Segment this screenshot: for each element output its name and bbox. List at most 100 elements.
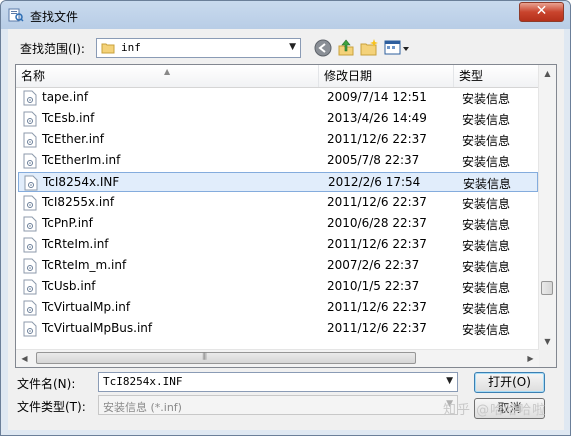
inf-file-icon [23,237,37,253]
file-date-cell: 2005/7/8 22:37 [327,153,420,167]
file-name-cell: TcEtherIm.inf [42,153,121,167]
file-name-cell: TcRteIm_m.inf [42,258,127,272]
file-date-cell: 2011/12/6 22:37 [327,321,427,335]
file-row[interactable]: TcEtherIm.inf 2005/7/8 22:37 安装信息 [18,151,538,171]
file-name-input[interactable]: TcI8254x.INF ▼ [98,372,458,392]
inf-file-icon [24,175,38,191]
look-in-value: inf [121,41,141,54]
file-date-cell: 2013/4/26 14:49 [327,111,427,125]
sort-ascending-icon: ▲ [164,67,171,76]
file-name-cell: tape.inf [42,90,89,104]
file-row[interactable]: TcRteIm.inf 2011/12/6 22:37 安装信息 [18,235,538,255]
chevron-down-icon: ▼ [289,42,296,52]
file-row[interactable]: TcVirtualMp.inf 2011/12/6 22:37 安装信息 [18,298,538,318]
up-folder-icon[interactable] [336,38,356,58]
file-type-cell: 安装信息 [462,239,511,253]
inf-file-icon [23,153,37,169]
inf-file-icon [23,216,37,232]
file-type-dropdown[interactable]: 安装信息 (*.inf) ▼ [98,395,458,415]
file-date-cell: 2011/12/6 22:37 [327,132,427,146]
file-name-cell: TcVirtualMp.inf [42,300,131,314]
scroll-grip-icon: ||| [202,352,207,360]
file-name-cell: TcPnP.inf [42,216,93,230]
column-date-label: 修改日期 [324,69,373,83]
inf-file-icon [23,279,37,295]
file-date-cell: 2007/2/6 22:37 [327,258,420,272]
vertical-scroll-thumb[interactable] [541,281,553,295]
file-row[interactable]: TcI8255x.inf 2011/12/6 22:37 安装信息 [18,193,538,213]
file-row[interactable]: TcI8254x.INF 2012/2/6 17:54 安装信息 [18,172,538,192]
file-list[interactable]: 名称 ▲ 修改日期 类型 tape.inf 2009/7/14 12:51 安装信息… [15,64,557,368]
scroll-corner [539,350,556,367]
file-type-cell: 安装信息 [462,218,511,232]
file-date-cell: 2010/1/5 22:37 [327,279,420,293]
list-header: 名称 ▲ 修改日期 类型 [16,65,539,88]
app-icon [8,8,24,22]
vertical-scrollbar[interactable]: ▲ ▼ [538,65,556,350]
file-row[interactable]: TcUsb.inf 2010/1/5 22:37 安装信息 [18,277,538,297]
back-arrow-icon[interactable] [313,38,333,58]
file-row[interactable]: TcEsb.inf 2013/4/26 14:49 安装信息 [18,109,538,129]
window-title: 查找文件 [30,10,79,24]
file-name-cell: TcVirtualMpBus.inf [42,321,153,335]
file-row[interactable]: tape.inf 2009/7/14 12:51 安装信息 [18,88,538,108]
file-date-cell: 2009/7/14 12:51 [327,90,427,104]
inf-file-icon [23,321,37,337]
horizontal-scroll-thumb[interactable] [36,352,416,364]
dialog-client-area: 查找范围(I): inf ▼ 名称 ▲ 修改日期 类型 tape.inf 200… [8,29,564,430]
file-type-cell: 安装信息 [462,134,511,148]
close-button[interactable]: ✕ [519,2,564,22]
file-row[interactable]: TcPnP.inf 2010/6/28 22:37 安装信息 [18,214,538,234]
file-name-cell: TcI8255x.inf [42,195,115,209]
file-date-cell: 2011/12/6 22:37 [327,237,427,251]
file-name-cell: TcEsb.inf [42,111,95,125]
file-type-label: 文件类型(T): [17,400,86,414]
inf-file-icon [23,90,37,106]
file-type-cell: 安装信息 [462,197,511,211]
file-name-value: TcI8254x.INF [103,375,183,388]
watermark-text: 知乎 @哈哈哈啦 [443,403,547,418]
title-bar[interactable]: 查找文件 ✕ [1,1,570,29]
inf-file-icon [23,111,37,127]
horizontal-scrollbar[interactable]: ◀ ||| ▶ [16,349,539,367]
file-name-cell: TcI8254x.INF [43,175,120,189]
file-dialog-window: 查找文件 ✕ 查找范围(I): inf ▼ 名称 ▲ 修改日期 类型 tape.… [0,0,571,436]
scroll-right-icon[interactable]: ▶ [522,350,539,367]
scroll-up-icon[interactable]: ▲ [539,65,556,82]
file-date-cell: 2012/2/6 17:54 [328,175,421,189]
file-name-cell: TcEther.inf [42,132,104,146]
column-type-label: 类型 [459,69,484,83]
file-row[interactable]: TcVirtualMpBus.inf 2011/12/6 22:37 安装信息 [18,319,538,339]
file-type-cell: 安装信息 [463,177,512,191]
view-menu-icon[interactable] [383,38,411,58]
scroll-left-icon[interactable]: ◀ [16,350,33,367]
folder-icon [101,43,115,54]
file-type-value: 安装信息 (*.inf) [103,401,182,414]
look-in-label: 查找范围(I): [20,42,85,56]
file-date-cell: 2010/6/28 22:37 [327,216,427,230]
file-type-cell: 安装信息 [462,113,511,127]
column-header-date[interactable]: 修改日期 [319,65,454,87]
column-header-type[interactable]: 类型 [454,65,539,87]
file-name-label: 文件名(N): [17,377,76,391]
inf-file-icon [23,132,37,148]
chevron-down-icon[interactable]: ▼ [446,376,453,386]
file-row[interactable]: TcEther.inf 2011/12/6 22:37 安装信息 [18,130,538,150]
scroll-down-icon[interactable]: ▼ [539,333,556,350]
inf-file-icon [23,258,37,274]
column-name-label: 名称 [21,69,46,83]
file-type-cell: 安装信息 [462,302,511,316]
file-date-cell: 2011/12/6 22:37 [327,195,427,209]
new-folder-icon[interactable] [359,38,379,58]
inf-file-icon [23,300,37,316]
look-in-dropdown[interactable]: inf ▼ [96,38,301,58]
column-header-name[interactable]: 名称 ▲ [16,65,319,87]
file-name-cell: TcRteIm.inf [42,237,109,251]
file-row[interactable]: TcRteIm_m.inf 2007/2/6 22:37 安装信息 [18,256,538,276]
file-type-cell: 安装信息 [462,155,511,169]
file-type-cell: 安装信息 [462,92,511,106]
open-button[interactable]: 打开(O) [474,372,545,393]
file-type-cell: 安装信息 [462,281,511,295]
file-name-cell: TcUsb.inf [42,279,96,293]
file-type-cell: 安装信息 [462,323,511,337]
